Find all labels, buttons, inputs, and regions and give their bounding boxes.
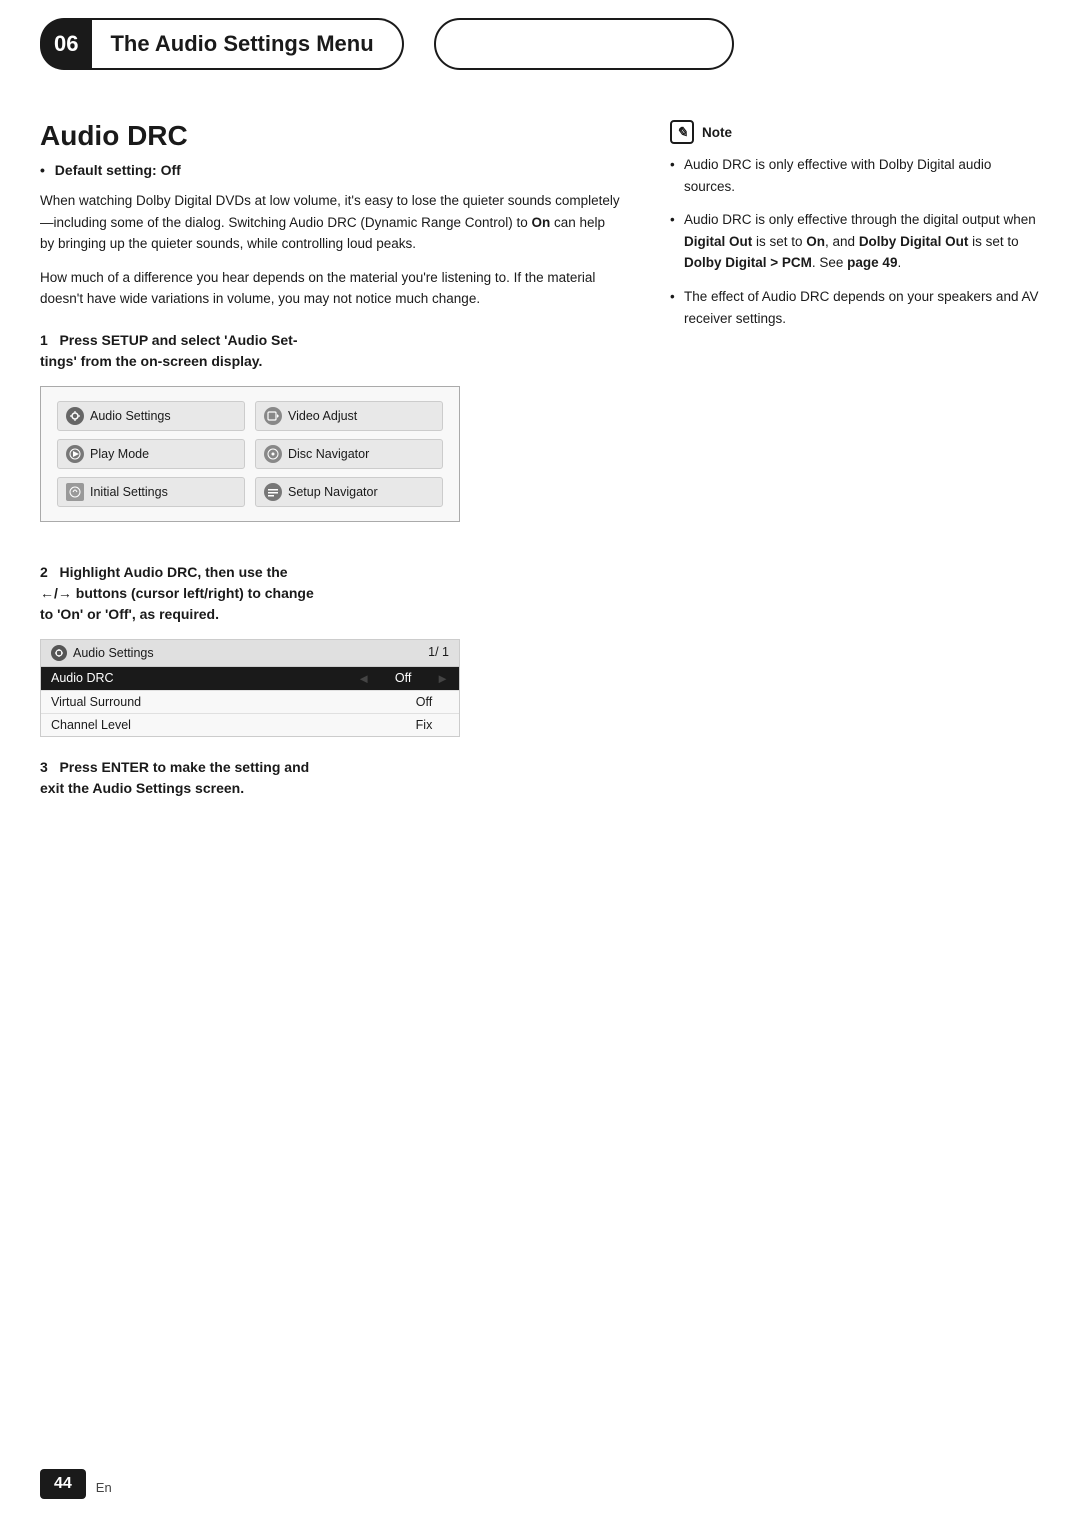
menu-label-initial-settings: Initial Settings xyxy=(90,485,168,499)
virtual-surround-label: Virtual Surround xyxy=(51,695,399,709)
right-arrow-icon: ► xyxy=(436,671,449,686)
audio-table-header-label: Audio Settings xyxy=(51,645,154,661)
audio-settings-table: Audio Settings 1/ 1 Audio DRC ◄ Off ► Vi… xyxy=(40,639,460,737)
menu-item-disc-navigator: Disc Navigator xyxy=(255,439,443,469)
menu-item-initial-settings: Initial Settings xyxy=(57,477,245,507)
channel-level-label: Channel Level xyxy=(51,718,399,732)
note-item-3: The effect of Audio DRC depends on your … xyxy=(670,286,1040,329)
virtual-surround-row: Virtual Surround Off xyxy=(41,691,459,714)
menu-screenshot-box: Audio Settings Video Adjust Play Mode xyxy=(40,386,460,522)
menu-label-play-mode: Play Mode xyxy=(90,447,149,461)
chapter-title: The Audio Settings Menu xyxy=(92,18,403,70)
note-box: ✎ Note Audio DRC is only effective with … xyxy=(670,120,1040,329)
video-icon xyxy=(264,407,282,425)
play-icon xyxy=(66,445,84,463)
menu-label-setup-navigator: Setup Navigator xyxy=(288,485,378,499)
note-icon: ✎ xyxy=(670,120,694,144)
header-right-pill xyxy=(434,18,734,70)
gear-icon xyxy=(66,407,84,425)
left-column: Audio DRC • Default setting: Off When wa… xyxy=(40,120,660,809)
channel-level-row: Channel Level Fix xyxy=(41,714,459,736)
note-list: Audio DRC is only effective with Dolby D… xyxy=(670,154,1040,329)
left-arrow-icon: ◄ xyxy=(357,671,370,686)
audio-drc-label: Audio DRC xyxy=(51,671,357,685)
section-title: Audio DRC xyxy=(40,120,620,152)
menu-item-video-adjust: Video Adjust xyxy=(255,401,443,431)
channel-level-value: Fix xyxy=(399,718,449,732)
disc-icon xyxy=(264,445,282,463)
body-paragraph-2: How much of a difference you hear depend… xyxy=(40,267,620,310)
audio-table-page: 1/ 1 xyxy=(428,645,449,661)
main-content: Audio DRC • Default setting: Off When wa… xyxy=(0,80,1080,809)
step2-heading: 2 Highlight Audio DRC, then use the←/→ b… xyxy=(40,562,620,625)
page-footer: 44 En xyxy=(0,1469,1080,1499)
menu-grid: Audio Settings Video Adjust Play Mode xyxy=(57,401,443,507)
chapter-number: 06 xyxy=(40,18,92,70)
default-setting-prefix: Default setting: xyxy=(55,162,157,178)
note-title: Note xyxy=(702,125,732,140)
note-header: ✎ Note xyxy=(670,120,1040,144)
page-header: 06 The Audio Settings Menu xyxy=(0,0,1080,80)
page-language: En xyxy=(96,1480,112,1499)
step1-heading: 1 Press SETUP and select 'Audio Set-ting… xyxy=(40,330,620,372)
initial-icon xyxy=(66,483,84,501)
page-number: 44 xyxy=(40,1469,86,1499)
audio-drc-row: Audio DRC ◄ Off ► xyxy=(41,667,459,691)
audio-drc-value: Off xyxy=(378,671,428,685)
audio-settings-icon xyxy=(51,645,67,661)
menu-label-disc-navigator: Disc Navigator xyxy=(288,447,369,461)
step3-heading: 3 Press ENTER to make the setting andexi… xyxy=(40,757,620,799)
audio-table-header: Audio Settings 1/ 1 xyxy=(41,640,459,667)
menu-item-play-mode: Play Mode xyxy=(57,439,245,469)
default-setting-value: Off xyxy=(161,162,181,178)
menu-item-audio-settings: Audio Settings xyxy=(57,401,245,431)
menu-label-video-adjust: Video Adjust xyxy=(288,409,357,423)
audio-table-title: Audio Settings xyxy=(73,646,154,660)
virtual-surround-value: Off xyxy=(399,695,449,709)
body-paragraph-1: When watching Dolby Digital DVDs at low … xyxy=(40,190,620,255)
menu-label-audio-settings: Audio Settings xyxy=(90,409,171,423)
note-item-2: Audio DRC is only effective through the … xyxy=(670,209,1040,274)
note-item-1: Audio DRC is only effective with Dolby D… xyxy=(670,154,1040,197)
default-setting: • Default setting: Off xyxy=(40,162,620,178)
right-column: ✎ Note Audio DRC is only effective with … xyxy=(660,120,1040,809)
menu-item-setup-navigator: Setup Navigator xyxy=(255,477,443,507)
setup-icon xyxy=(264,483,282,501)
